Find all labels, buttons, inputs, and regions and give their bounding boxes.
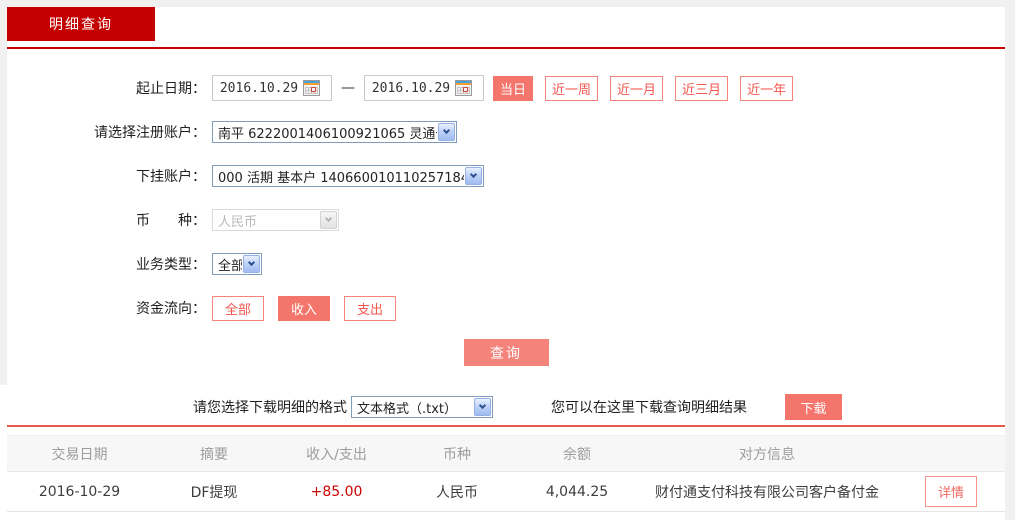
section-divider (7, 425, 1005, 427)
cell-actions: 详情 (897, 476, 1005, 507)
date-range-row: 起止日期： — 当 (7, 75, 1005, 101)
end-date-field (364, 75, 484, 101)
header-summary: 摘要 (200, 446, 228, 463)
fund-flow-row: 资金流向： 全部 收入 支出 (7, 295, 1005, 321)
calendar-icon-orange-bar (304, 83, 319, 85)
fund-flow-label: 资金流向： (136, 301, 206, 317)
download-button[interactable]: 下载 (785, 394, 842, 420)
cell-summary: DF提现 (190, 484, 238, 501)
sub-account-label: 下挂账户： (136, 169, 206, 185)
chevron-down-icon (320, 211, 337, 229)
chevron-down-icon (243, 255, 260, 273)
query-form-panel: 明细查询 起止日期： — (7, 7, 1005, 385)
start-date-input[interactable] (215, 80, 303, 96)
business-type-value: 全部 (218, 258, 242, 274)
register-account-row: 请选择注册账户： 南平 6222001406100921065 灵通卡 (7, 120, 1005, 144)
detail-query-page: 明细查询 起止日期： — (0, 0, 1015, 520)
calendar-icon-day-marker (463, 87, 468, 92)
chevron-down-icon (474, 398, 491, 416)
detail-button[interactable]: 详情 (924, 476, 977, 507)
query-button[interactable]: 查询 (463, 339, 549, 366)
tab-detail-query[interactable]: 明细查询 (7, 7, 155, 41)
currency-label: 币 种： (136, 213, 206, 229)
fund-flow-income-button[interactable]: 收入 (278, 295, 331, 321)
quick-button-today[interactable]: 当日 (493, 75, 534, 101)
cell-balance: 4,044.25 (545, 483, 609, 500)
register-account-value: 南平 6222001406100921065 灵通卡 (218, 126, 437, 142)
table-row: 2016-10-29 DF提现 +85.00 人民币 4,044.25 财付通支… (7, 472, 1005, 512)
cell-currency: 人民币 (436, 484, 478, 501)
currency-value: 人民币 (218, 214, 258, 230)
quick-button-last-week[interactable]: 近一周 (545, 75, 599, 101)
date-range-label: 起止日期： (136, 81, 206, 97)
quick-button-last-month[interactable]: 近一月 (610, 75, 664, 101)
download-format-select[interactable]: 文本格式（.txt） (351, 396, 493, 418)
calendar-icon[interactable] (303, 80, 320, 96)
tab-bar: 明细查询 (7, 7, 1005, 47)
currency-select: 人民币 (212, 209, 339, 231)
download-row: 请您选择下载明细的格式 文本格式（.txt） 您可以在这里下载查询明细结果 下载 (0, 394, 1005, 420)
cell-transaction-date: 2016-10-29 (38, 483, 121, 500)
date-range-separator: — (341, 80, 355, 96)
download-format-value: 文本格式（.txt） (357, 401, 458, 417)
sub-account-value: 000 活期 基本户 1406600101102571848 (218, 170, 464, 186)
cell-amount: +85.00 (310, 483, 363, 500)
calendar-icon-orange-bar (456, 83, 471, 85)
quick-date-buttons: 当日 近一周 近一月 近三月 近一年 (493, 75, 805, 101)
chevron-down-icon (438, 123, 455, 141)
download-hint-text: 您可以在这里下载查询明细结果 (551, 400, 747, 416)
calendar-icon[interactable] (455, 80, 472, 96)
header-transaction-date: 交易日期 (51, 446, 108, 463)
header-counterparty: 对方信息 (739, 446, 795, 463)
business-type-select[interactable]: 全部 (212, 253, 262, 275)
sub-account-select[interactable]: 000 活期 基本户 1406600101102571848 (212, 165, 484, 187)
header-currency: 币种 (443, 446, 471, 463)
fund-flow-buttons: 全部 收入 支出 (212, 295, 410, 321)
tab-underline (7, 47, 1005, 49)
fund-flow-expense-button[interactable]: 支出 (344, 295, 397, 321)
results-panel: 请您选择下载明细的格式 文本格式（.txt） 您可以在这里下载查询明细结果 下载… (0, 385, 1005, 520)
currency-row: 币 种： 人民币 (7, 208, 1005, 232)
fund-flow-all-button[interactable]: 全部 (212, 295, 265, 321)
table-header-row: 交易日期 摘要 收入/支出 币种 余额 对方信息 (7, 435, 1005, 472)
header-balance: 余额 (563, 446, 591, 463)
calendar-icon-day-marker (311, 87, 316, 92)
download-format-label: 请您选择下载明细的格式 (193, 400, 347, 416)
tab-label: 明细查询 (49, 17, 113, 33)
header-income-expense: 收入/支出 (306, 446, 367, 463)
register-account-label: 请选择注册账户： (94, 125, 206, 141)
business-type-label: 业务类型： (136, 257, 206, 273)
quick-button-last-3-months[interactable]: 近三月 (675, 75, 729, 101)
sub-account-row: 下挂账户： 000 活期 基本户 1406600101102571848 (7, 164, 1005, 188)
transactions-table: 交易日期 摘要 收入/支出 币种 余额 对方信息 2016-10-29 DF提现… (7, 435, 1005, 512)
start-date-field (212, 75, 332, 101)
end-date-input[interactable] (367, 80, 455, 96)
cell-counterparty: 财付通支付科技有限公司客户备付金 (655, 484, 879, 501)
register-account-select[interactable]: 南平 6222001406100921065 灵通卡 (212, 121, 457, 143)
chevron-down-icon (465, 167, 482, 185)
quick-button-last-year[interactable]: 近一年 (740, 75, 794, 101)
business-type-row: 业务类型： 全部 (7, 252, 1005, 276)
